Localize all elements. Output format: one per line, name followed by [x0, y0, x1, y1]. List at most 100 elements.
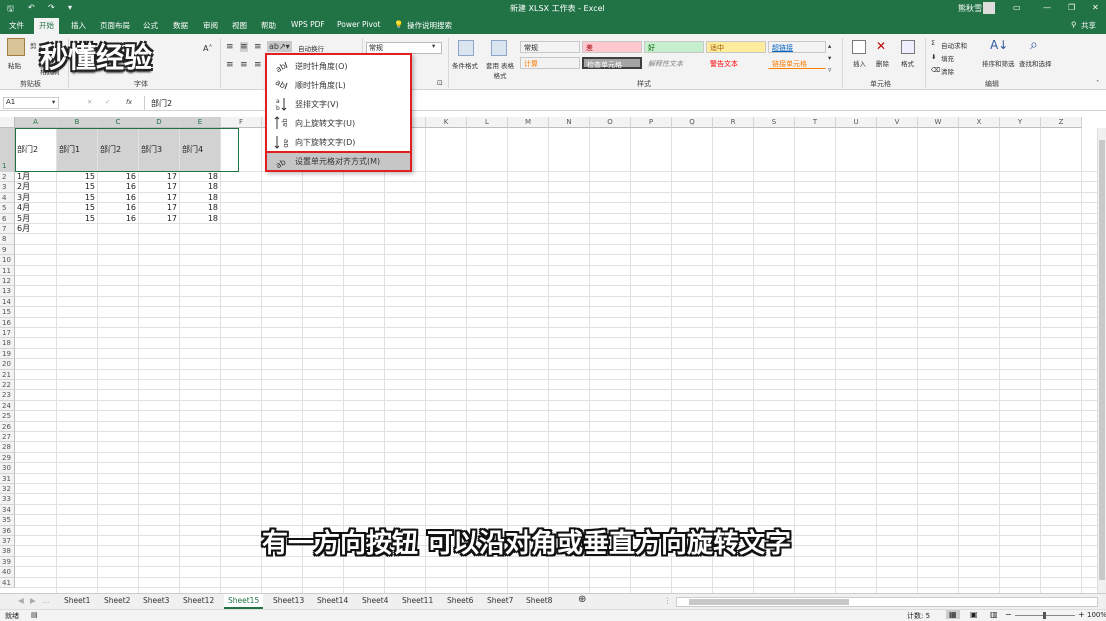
tab-page-layout[interactable]: 页面布局 [100, 20, 130, 31]
row-header[interactable]: 1 [0, 128, 15, 172]
cell[interactable]: 部门2 [15, 128, 56, 171]
insert-function-icon[interactable]: fx [126, 98, 132, 106]
paste-label[interactable]: 粘贴 [8, 60, 21, 70]
column-header[interactable]: W [918, 117, 959, 128]
restore-icon[interactable]: ❐ [1068, 3, 1075, 12]
align-bottom-icon[interactable]: ≡ [254, 42, 262, 52]
column-header[interactable]: D [139, 117, 180, 128]
cancel-icon[interactable]: ✕ [87, 98, 92, 106]
sheet-tab[interactable]: Sheet6 [447, 596, 473, 605]
styles-scroll-up-icon[interactable]: ▴ [828, 42, 831, 50]
delete-cells-icon[interactable]: ✕ [876, 39, 886, 53]
chevron-down-icon[interactable]: ▾ [432, 42, 435, 50]
cell[interactable]: 5月 [15, 214, 56, 223]
hscroll-dots-icon[interactable]: ⋮ [664, 596, 672, 605]
style-neutral[interactable]: 适中 [706, 41, 766, 53]
row-header[interactable]: 15 [0, 307, 15, 318]
tab-insert[interactable]: 插入 [71, 20, 86, 31]
sheet-tab[interactable]: Sheet11 [402, 596, 433, 605]
more-sheets-icon[interactable]: … [42, 596, 50, 605]
cell[interactable]: 4月 [15, 203, 56, 212]
align-left-icon[interactable]: ≡ [226, 60, 234, 70]
sheet-tab[interactable]: Sheet15 [224, 594, 264, 609]
row-header[interactable]: 17 [0, 328, 15, 339]
format-cells-icon[interactable] [901, 40, 915, 54]
sheet-tab[interactable]: Sheet1 [64, 596, 90, 605]
ribbon-display-icon[interactable]: ▭ [1013, 3, 1021, 12]
cell[interactable]: 1月 [15, 172, 56, 181]
sheet-tab[interactable]: Sheet7 [487, 596, 513, 605]
row-header[interactable]: 3 [0, 182, 15, 193]
scrollbar-thumb[interactable] [1099, 140, 1105, 580]
conditional-format-button[interactable]: 条件格式 [452, 60, 478, 70]
cell[interactable]: 15 [57, 214, 97, 223]
column-header[interactable]: S [754, 117, 795, 128]
menu-item-rotate-down[interactable]: ab 向下旋转文字(D) [267, 133, 410, 151]
zoom-in-icon[interactable]: + [1078, 610, 1085, 619]
align-right-icon[interactable]: ≡ [254, 60, 262, 70]
style-bad[interactable]: 差 [582, 41, 642, 53]
share-button[interactable]: 共享 [1081, 20, 1096, 31]
macro-record-icon[interactable]: ▤ [31, 611, 38, 619]
cell[interactable] [180, 224, 220, 233]
name-box[interactable]: A1 [3, 97, 59, 109]
style-calculation[interactable]: 计算 [520, 57, 580, 69]
sheet-tab[interactable]: Sheet4 [362, 596, 388, 605]
row-header[interactable]: 11 [0, 265, 15, 276]
row-header[interactable]: 16 [0, 317, 15, 328]
cell[interactable]: 18 [180, 214, 220, 223]
tab-power-pivot[interactable]: Power Pivot [337, 20, 380, 29]
cell[interactable]: 15 [57, 182, 97, 191]
sheet-tab[interactable]: Sheet12 [183, 596, 214, 605]
add-sheet-button[interactable]: ⊕ [578, 594, 586, 605]
row-header[interactable]: 5 [0, 203, 15, 214]
column-header[interactable]: B [57, 117, 98, 128]
style-linked-cell[interactable]: 链接单元格 [768, 57, 826, 69]
tell-me-search[interactable]: 操作说明搜索 [407, 20, 452, 31]
column-header[interactable]: O [590, 117, 631, 128]
wrap-text-button[interactable]: 自动换行 [298, 43, 324, 53]
sheet-tab[interactable]: Sheet14 [317, 596, 348, 605]
tab-data[interactable]: 数据 [173, 20, 188, 31]
close-icon[interactable]: ✕ [1092, 3, 1099, 12]
cell[interactable]: 部门3 [139, 128, 179, 171]
cell[interactable] [139, 224, 179, 233]
sheet-tab[interactable]: Sheet8 [526, 596, 552, 605]
cell[interactable]: 部门2 [98, 128, 138, 171]
page-break-view-icon[interactable]: ▥ [990, 610, 998, 619]
row-header[interactable]: 34 [0, 504, 15, 516]
row-header[interactable]: 27 [0, 432, 15, 443]
row-header[interactable]: 8 [0, 234, 15, 245]
tab-formulas[interactable]: 公式 [143, 20, 158, 31]
column-header[interactable]: F [221, 117, 262, 128]
row-header[interactable]: 12 [0, 276, 15, 287]
prev-sheet-icon[interactable]: ◀ [18, 596, 24, 605]
row-header[interactable]: 29 [0, 452, 15, 464]
style-warning[interactable]: 警告文本 [706, 57, 766, 69]
cell[interactable]: 17 [139, 203, 179, 212]
insert-cells-icon[interactable] [852, 40, 866, 54]
clear-button[interactable]: 清除 [941, 66, 954, 76]
style-normal[interactable]: 常规 [520, 41, 580, 53]
column-header[interactable]: P [631, 117, 672, 128]
row-header[interactable]: 41 [0, 577, 15, 588]
style-good[interactable]: 好 [644, 41, 704, 53]
align-top-icon[interactable]: ≡ [226, 42, 234, 52]
tab-view[interactable]: 视图 [232, 20, 247, 31]
worksheet-grid[interactable]: ABCDEFGHIJKLMNOPQRSTUVWXYZ 1234567891011… [0, 117, 1106, 593]
row-header[interactable]: 39 [0, 556, 15, 568]
find-select-button[interactable]: 查找和选择 [1019, 58, 1052, 68]
paste-icon[interactable] [7, 38, 25, 56]
zoom-slider-thumb[interactable] [1043, 612, 1046, 619]
cell[interactable]: 18 [180, 172, 220, 181]
column-header[interactable]: K [426, 117, 467, 128]
align-middle-icon[interactable]: ≡ [240, 42, 248, 52]
cell[interactable]: 16 [98, 203, 138, 212]
column-header[interactable]: E [180, 117, 221, 128]
customize-qat-icon[interactable]: ▾ [68, 3, 72, 12]
tab-home[interactable]: 开始 [34, 18, 59, 34]
conditional-format-icon[interactable] [458, 40, 474, 56]
row-header[interactable]: 33 [0, 494, 15, 505]
row-header[interactable]: 21 [0, 369, 15, 380]
style-hyperlink[interactable]: 超链接 [768, 41, 826, 53]
